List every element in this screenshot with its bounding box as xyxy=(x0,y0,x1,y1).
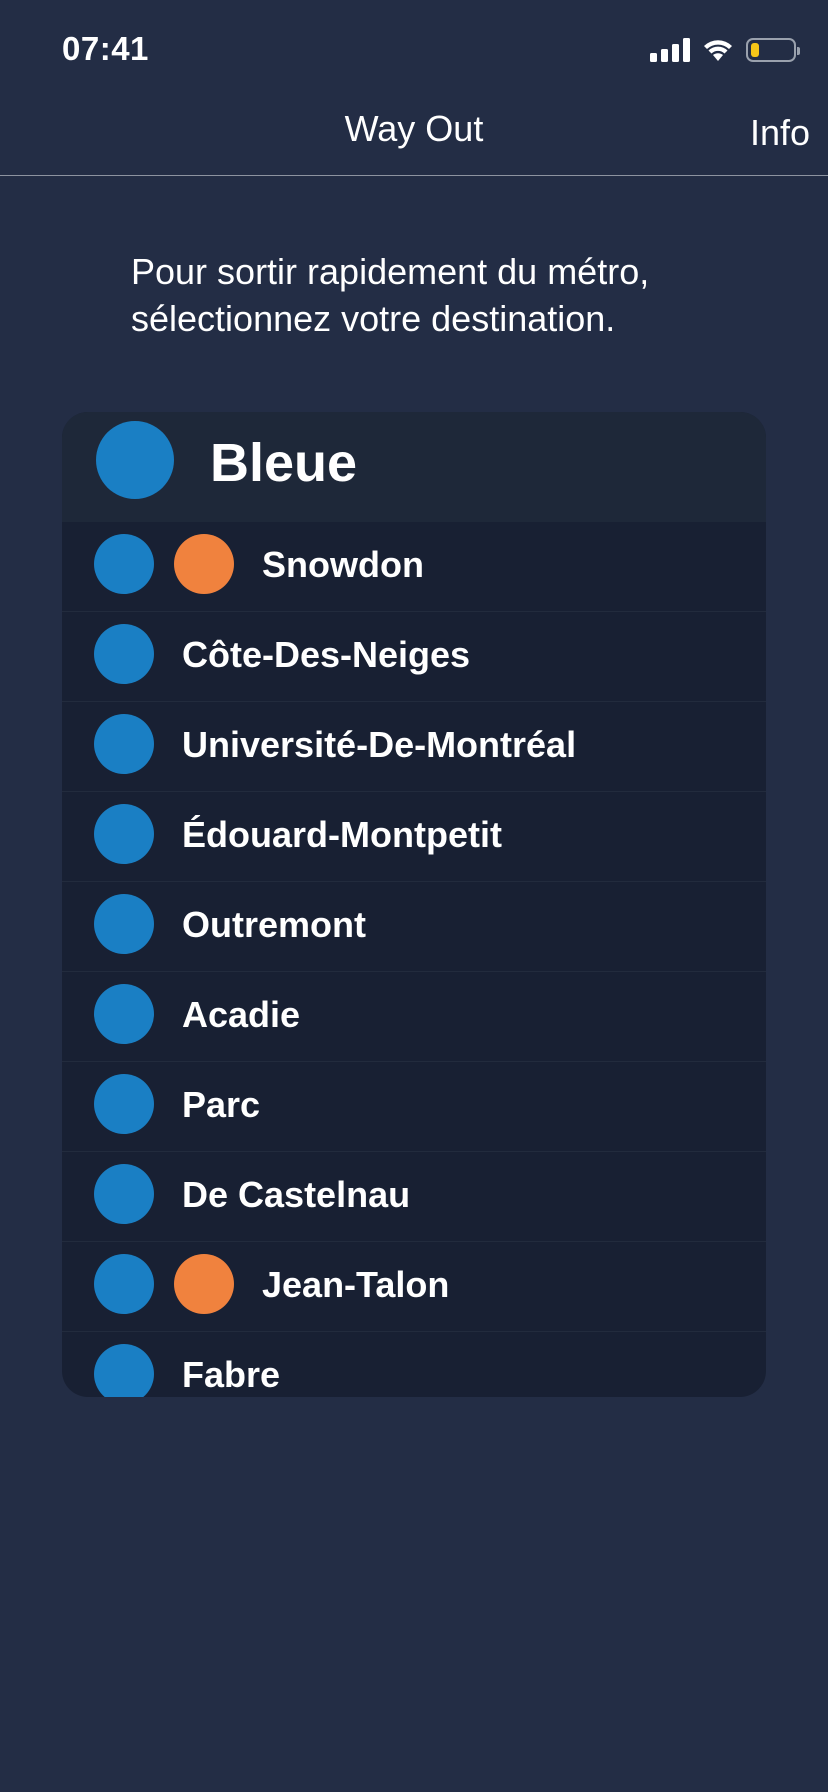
instruction-text: Pour sortir rapidement du métro, sélecti… xyxy=(131,251,650,339)
station-row[interactable]: Fabre xyxy=(62,1332,766,1397)
blue-line-dot-icon xyxy=(94,534,154,594)
blue-line-dot-icon xyxy=(94,714,154,774)
status-icons xyxy=(650,36,800,64)
station-list: Snowdon Côte-Des-Neiges Université-De-Mont… xyxy=(62,522,766,1397)
status-bar: 07:41 xyxy=(0,0,828,100)
station-name: Université-De-Montréal xyxy=(182,724,577,765)
station-row[interactable]: Jean-Talon xyxy=(62,1242,766,1332)
station-row[interactable]: Université-De-Montréal xyxy=(62,702,766,792)
blue-line-dot-icon xyxy=(94,1254,154,1314)
station-name: De Castelnau xyxy=(182,1174,411,1215)
blue-line-dot-icon xyxy=(94,804,154,864)
battery-icon xyxy=(746,38,800,62)
station-name: Côte-Des-Neiges xyxy=(182,634,471,675)
app-screen: 07:41 Way Out Info Pour sortir rapidemen… xyxy=(0,0,828,1792)
station-name: Snowdon xyxy=(262,544,424,585)
line-name: Bleue xyxy=(210,433,358,493)
station-name: Outremont xyxy=(182,904,366,945)
station-name: Édouard-Montpetit xyxy=(182,814,502,855)
station-name: Fabre xyxy=(182,1354,281,1395)
nav-bar: Way Out Info xyxy=(0,100,828,176)
station-row[interactable]: Outremont xyxy=(62,882,766,972)
status-time: 07:41 xyxy=(62,30,149,67)
station-row[interactable]: Parc xyxy=(62,1062,766,1152)
cellular-signal-icon xyxy=(650,38,690,62)
blue-line-dot-icon xyxy=(94,624,154,684)
nav-title: Way Out xyxy=(344,108,484,149)
station-name: Acadie xyxy=(182,994,301,1035)
info-button[interactable]: Info xyxy=(750,112,810,154)
blue-line-dot-icon xyxy=(94,1344,154,1397)
blue-line-dot-icon xyxy=(94,1164,154,1224)
wifi-icon xyxy=(702,38,734,62)
station-row[interactable]: Édouard-Montpetit xyxy=(62,792,766,882)
station-row[interactable]: Côte-Des-Neiges xyxy=(62,612,766,702)
blue-line-dot-icon xyxy=(94,894,154,954)
battery-level xyxy=(751,43,759,57)
line-header[interactable]: Bleue xyxy=(62,412,766,522)
blue-line-dot-icon xyxy=(94,1074,154,1134)
line-card: Bleue Snowdon Côte-Des-Neiges Université-D… xyxy=(62,412,766,1397)
station-name: Jean-Talon xyxy=(262,1264,450,1305)
blue-line-dot-icon xyxy=(96,421,174,499)
orange-line-dot-icon xyxy=(174,1254,234,1314)
orange-line-dot-icon xyxy=(174,534,234,594)
station-row[interactable]: Acadie xyxy=(62,972,766,1062)
station-name: Parc xyxy=(182,1084,261,1125)
station-row[interactable]: De Castelnau xyxy=(62,1152,766,1242)
blue-line-dot-icon xyxy=(94,984,154,1044)
station-row[interactable]: Snowdon xyxy=(62,522,766,612)
